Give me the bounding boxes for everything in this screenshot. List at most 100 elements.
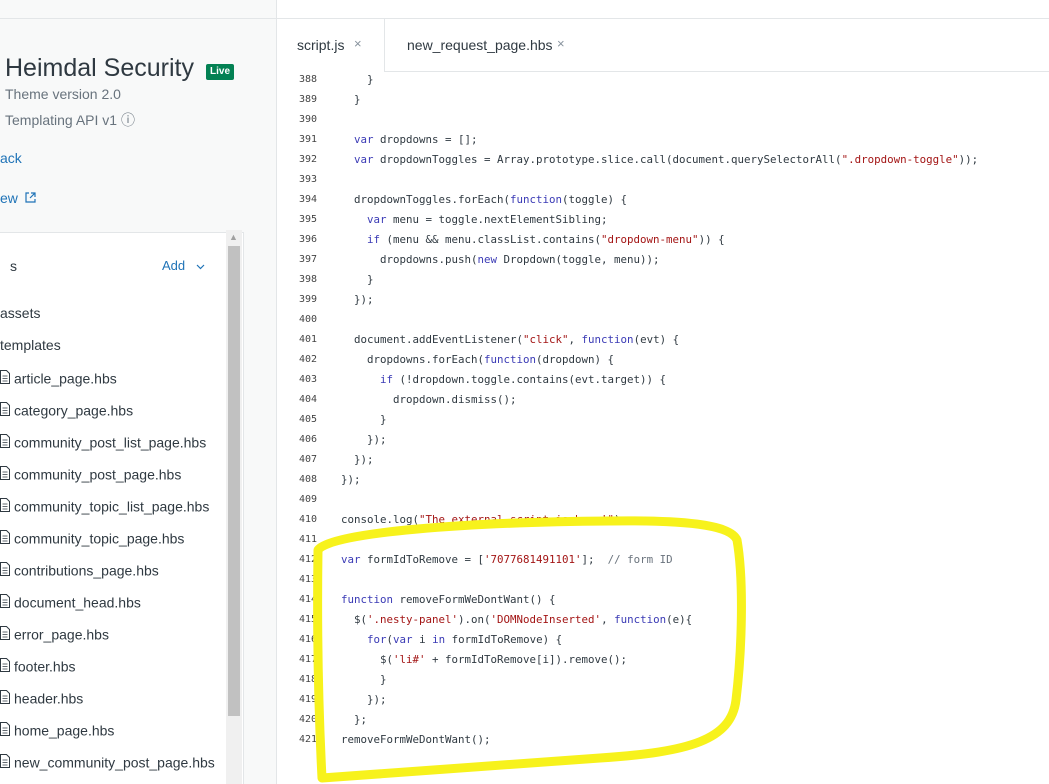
scroll-up-arrow-icon[interactable]: ▲ (229, 232, 238, 242)
preview-link[interactable]: ew (0, 190, 36, 206)
chevron-down-icon (193, 262, 205, 273)
line-number: 413 (298, 574, 317, 585)
line-number: 395 (298, 214, 317, 225)
scroll-thumb[interactable] (228, 246, 240, 716)
tab-new-request-page[interactable]: new_request_page.hbs × (385, 19, 565, 71)
file-item[interactable]: error_page.hbs (0, 625, 109, 645)
line-number: 404 (298, 394, 317, 405)
code-text: if (menu && menu.classList.contains("dro… (367, 233, 725, 246)
line-number: 421 (298, 734, 317, 745)
code-editor[interactable]: 388 } 389 } 390 391 var dropdowns = []; 392 … (277, 70, 1049, 784)
file-item[interactable]: community_topic_list_page.hbs (0, 497, 209, 517)
folder-templates[interactable]: templates (0, 337, 61, 353)
line-number: 415 (298, 614, 317, 625)
code-text: }); (341, 433, 387, 446)
editor-tab-bar: script.js × new_request_page.hbs × (277, 18, 1049, 72)
file-item[interactable]: footer.hbs (0, 657, 76, 677)
code-text: for(var i in formIdToRemove) { (367, 633, 563, 646)
line-number: 394 (298, 194, 317, 205)
code-text: var formIdToRemove = ['7077681491101']; … (341, 553, 673, 566)
code-text: }); (341, 453, 374, 466)
file-item[interactable]: category_page.hbs (0, 401, 133, 421)
file-name: community_topic_page.hbs (14, 530, 185, 547)
code-text: var dropdownToggles = Array.prototype.sl… (354, 153, 979, 166)
code-text: dropdown.dismiss(); (341, 393, 517, 406)
back-link[interactable]: ack (0, 150, 22, 166)
add-label: Add (162, 258, 186, 273)
code-text: } (341, 273, 374, 286)
code-text: } (341, 413, 387, 426)
add-file-button[interactable]: Add (162, 258, 205, 273)
close-icon[interactable]: × (354, 36, 362, 51)
line-number: 409 (298, 494, 317, 505)
live-badge: Live (206, 64, 235, 80)
code-text: dropdowns.forEach(function(dropdown) { (341, 353, 615, 366)
files-header: s (10, 258, 17, 274)
file-item[interactable]: home_page.hbs (0, 721, 114, 741)
code-text: function removeFormWeDontWant() { (341, 593, 556, 606)
line-number: 400 (298, 314, 317, 325)
file-name: footer.hbs (14, 658, 76, 675)
file-name: header.hbs (14, 690, 84, 707)
document-icon (0, 689, 10, 707)
line-number: 399 (298, 294, 317, 305)
theme-version: Theme version 2.0 (5, 86, 121, 102)
file-item[interactable]: community_post_list_page.hbs (0, 433, 206, 453)
file-item[interactable]: article_page.hbs (0, 369, 117, 389)
code-text: removeFormWeDontWant(); (341, 733, 491, 746)
line-number: 411 (298, 534, 317, 545)
line-number: 389 (298, 94, 317, 105)
document-icon (0, 753, 10, 771)
line-number: 401 (298, 334, 317, 345)
line-number: 419 (298, 694, 317, 705)
document-icon (0, 625, 10, 643)
code-text: }); (341, 693, 387, 706)
code-text: if (!dropdown.toggle.contains(evt.target… (380, 373, 667, 386)
line-number: 418 (298, 674, 317, 685)
document-icon (0, 497, 10, 515)
file-item[interactable]: community_post_page.hbs (0, 465, 181, 485)
theme-sidebar: Heimdal Security Live Theme version 2.0 … (0, 0, 277, 784)
code-text: dropdownToggles.forEach(function(toggle)… (341, 193, 628, 206)
file-item[interactable]: header.hbs (0, 689, 83, 709)
code-text: } (341, 673, 387, 686)
file-name: category_page.hbs (14, 402, 134, 419)
line-number: 398 (298, 274, 317, 285)
code-text: var dropdowns = []; (354, 133, 478, 146)
line-number: 406 (298, 434, 317, 445)
document-icon (0, 593, 10, 611)
document-icon (0, 465, 10, 483)
line-number: 408 (298, 474, 317, 485)
tab-label: new_request_page.hbs (407, 37, 553, 53)
code-text: }; (341, 713, 368, 726)
line-number: 392 (298, 154, 317, 165)
document-icon (0, 401, 10, 419)
file-name: document_head.hbs (14, 594, 141, 611)
code-text: }); (341, 473, 361, 486)
code-text: document.addEventListener("click", funct… (341, 333, 680, 346)
code-text: }); (341, 293, 374, 306)
code-text: $('li#' + formIdToRemove[i]).remove(); (341, 653, 628, 666)
line-number: 405 (298, 414, 317, 425)
folder-assets[interactable]: assets (0, 305, 40, 321)
document-icon (0, 433, 10, 451)
file-item[interactable]: new_community_post_page.hbs (0, 753, 215, 773)
line-number: 403 (298, 374, 317, 385)
line-number: 388 (298, 74, 317, 85)
line-number: 420 (298, 714, 317, 725)
line-number: 416 (298, 634, 317, 645)
file-item[interactable]: community_topic_page.hbs (0, 529, 184, 549)
line-number: 396 (298, 234, 317, 245)
close-icon[interactable]: × (557, 36, 565, 51)
file-item[interactable]: document_head.hbs (0, 593, 141, 613)
file-name: home_page.hbs (14, 722, 115, 739)
file-list-scrollbar[interactable]: ▲ (226, 230, 242, 784)
line-number: 407 (298, 454, 317, 465)
tab-script-js[interactable]: script.js × (277, 19, 385, 72)
file-name: community_post_list_page.hbs (14, 434, 207, 451)
line-number: 417 (298, 654, 317, 665)
file-item[interactable]: contributions_page.hbs (0, 561, 159, 581)
document-icon (0, 561, 10, 579)
file-name: article_page.hbs (14, 370, 117, 387)
line-number: 410 (298, 514, 317, 525)
